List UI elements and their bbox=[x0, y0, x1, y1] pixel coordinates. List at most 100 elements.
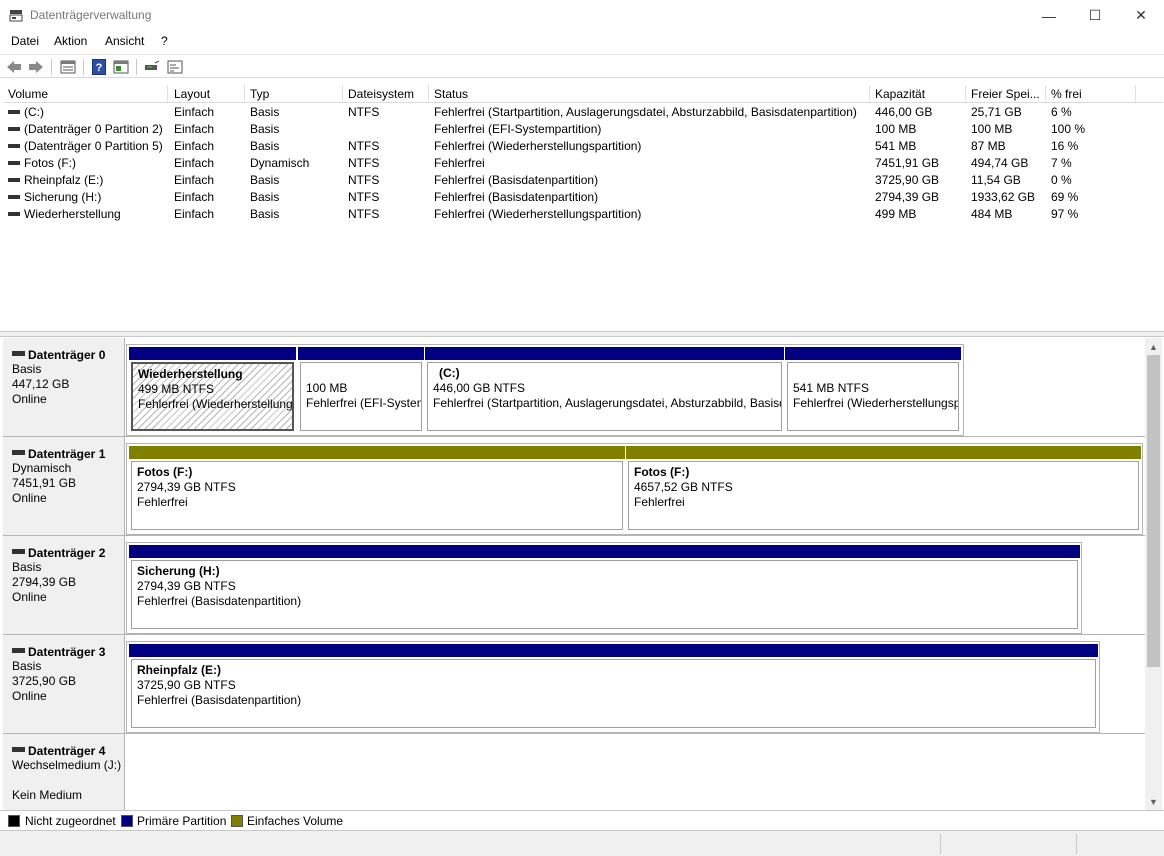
partition-status: Fehlerfrei (Basisdatenpartition) bbox=[137, 693, 302, 707]
cell-prozent-frei: 0 % bbox=[1051, 173, 1072, 187]
column-header-freier-speicher[interactable]: Freier Spei... bbox=[966, 85, 1046, 103]
scroll-down-arrow-icon[interactable]: ▼ bbox=[1145, 793, 1162, 810]
partition-wiederherstellung[interactable]: Wiederherstellung 499 MB NTFS Fehlerfrei… bbox=[129, 347, 296, 433]
column-header-layout[interactable]: Layout bbox=[169, 85, 245, 103]
menu-aktion[interactable]: Aktion bbox=[54, 34, 87, 48]
scroll-up-arrow-icon[interactable]: ▲ bbox=[1145, 338, 1162, 355]
menu-ansicht[interactable]: Ansicht bbox=[105, 34, 144, 48]
toolbar-separator bbox=[51, 59, 52, 75]
back-arrow-icon[interactable] bbox=[5, 58, 23, 76]
table-row[interactable]: (C:) Einfach Basis NTFS Fehlerfrei (Star… bbox=[3, 104, 1163, 121]
cell-layout: Einfach bbox=[174, 139, 215, 153]
scrollbar-thumb[interactable] bbox=[1147, 355, 1160, 667]
menu-datei[interactable]: Datei bbox=[11, 34, 39, 48]
partition-color-bar bbox=[298, 347, 424, 360]
legend-label: Nicht zugeordnet bbox=[25, 814, 116, 828]
table-row[interactable]: (Datenträger 0 Partition 2) Einfach Basi… bbox=[3, 121, 1163, 138]
partition-size: 541 MB NTFS bbox=[793, 381, 870, 395]
cell-prozent-frei: 97 % bbox=[1051, 207, 1079, 221]
disk-type: Basis bbox=[12, 560, 42, 574]
disk-size bbox=[12, 773, 124, 788]
disk-partition-container: Sicherung (H:) 2794,39 GB NTFS Fehlerfre… bbox=[126, 542, 1082, 634]
disk-label-1[interactable]: Datenträger 1 Dynamisch 7451,91 GB Onlin… bbox=[3, 437, 125, 536]
cell-status: Fehlerfrei bbox=[434, 156, 485, 170]
cell-status: Fehlerfrei (Startpartition, Auslagerungs… bbox=[434, 105, 857, 119]
cell-dateisystem: NTFS bbox=[348, 156, 380, 170]
table-row[interactable]: (Datenträger 0 Partition 5) Einfach Basi… bbox=[3, 138, 1163, 155]
disk-state: Online bbox=[12, 590, 47, 604]
cell-dateisystem: NTFS bbox=[348, 139, 380, 153]
table-row[interactable]: Wiederherstellung Einfach Basis NTFS Feh… bbox=[3, 206, 1163, 223]
minimize-button[interactable]: — bbox=[1026, 0, 1072, 31]
table-row[interactable]: Rheinpfalz (E:) Einfach Basis NTFS Fehle… bbox=[3, 172, 1163, 189]
volume-table-header: Volume Layout Typ Dateisystem Status Kap… bbox=[3, 85, 1163, 103]
legend-swatch-primary bbox=[121, 815, 133, 827]
partition-name: Wiederherstellung bbox=[138, 367, 243, 381]
maximize-button[interactable]: ☐ bbox=[1072, 0, 1118, 31]
volume-drive-icon bbox=[8, 211, 20, 216]
column-header-status[interactable]: Status bbox=[429, 85, 870, 103]
partition-color-bar bbox=[129, 347, 296, 360]
partition-name: (C:) bbox=[439, 366, 460, 380]
disk-label-3[interactable]: Datenträger 3 Basis 3725,90 GB Online bbox=[3, 635, 125, 734]
partition-status: Fehlerfrei bbox=[634, 495, 685, 509]
cell-volume: (Datenträger 0 Partition 2) bbox=[24, 122, 163, 136]
disk-label-4[interactable]: Datenträger 4 Wechselmedium (J:) Kein Me… bbox=[3, 734, 125, 810]
column-header-prozent-frei[interactable]: % frei bbox=[1046, 85, 1136, 103]
partition-color-bar bbox=[129, 446, 625, 459]
disk-label-2[interactable]: Datenträger 2 Basis 2794,39 GB Online bbox=[3, 536, 125, 635]
cell-prozent-frei: 100 % bbox=[1051, 122, 1086, 136]
partition-name: Fotos (F:) bbox=[634, 465, 690, 479]
disk-icon bbox=[12, 351, 25, 357]
rescan-disks-icon[interactable] bbox=[143, 58, 161, 76]
partition-fotos-part-1[interactable]: Fotos (F:) 2794,39 GB NTFS Fehlerfrei bbox=[129, 446, 625, 532]
partition-rheinpfalz[interactable]: Rheinpfalz (E:) 3725,90 GB NTFS Fehlerfr… bbox=[129, 644, 1098, 730]
partition-color-bar bbox=[785, 347, 961, 360]
cell-prozent-frei: 6 % bbox=[1051, 105, 1072, 119]
cell-freier-speicher: 25,71 GB bbox=[971, 105, 1022, 119]
cell-typ: Dynamisch bbox=[250, 156, 310, 170]
volume-drive-icon bbox=[8, 143, 20, 148]
table-row[interactable]: Sicherung (H:) Einfach Basis NTFS Fehler… bbox=[3, 189, 1163, 206]
partition-recovery-5[interactable]: 541 MB NTFS Fehlerfrei (Wiederherstellun… bbox=[785, 347, 961, 433]
table-row[interactable]: Fotos (F:) Einfach Dynamisch NTFS Fehler… bbox=[3, 155, 1163, 172]
cell-prozent-frei: 7 % bbox=[1051, 156, 1072, 170]
cell-layout: Einfach bbox=[174, 207, 215, 221]
help-icon[interactable]: ? bbox=[90, 58, 108, 76]
partition-fotos-part-2[interactable]: Fotos (F:) 4657,52 GB NTFS Fehlerfrei bbox=[626, 446, 1141, 532]
disk-name: Datenträger 2 bbox=[28, 546, 106, 560]
cell-dateisystem: NTFS bbox=[348, 173, 380, 187]
cell-volume: Wiederherstellung bbox=[24, 207, 121, 221]
disk-row-2: Sicherung (H:) 2794,39 GB NTFS Fehlerfre… bbox=[125, 536, 1145, 635]
cell-freier-speicher: 11,54 GB bbox=[971, 173, 1021, 187]
cell-dateisystem: NTFS bbox=[348, 105, 380, 119]
pane-splitter[interactable] bbox=[0, 331, 1164, 337]
disk-size: 447,12 GB bbox=[12, 377, 70, 391]
partition-c[interactable]: (C:) 446,00 GB NTFS Fehlerfrei (Startpar… bbox=[425, 347, 784, 433]
partition-efi[interactable]: 100 MB Fehlerfrei (EFI-Systempartition) bbox=[298, 347, 424, 433]
column-header-dateisystem[interactable]: Dateisystem bbox=[343, 85, 429, 103]
disk-view-scrollbar[interactable]: ▲ ▼ bbox=[1145, 338, 1162, 810]
refresh-pane-icon[interactable] bbox=[112, 58, 130, 76]
window-title: Datenträgerverwaltung bbox=[30, 8, 152, 22]
properties-list-icon[interactable] bbox=[59, 58, 77, 76]
cell-volume: Sicherung (H:) bbox=[24, 190, 102, 204]
cell-prozent-frei: 16 % bbox=[1051, 139, 1079, 153]
partition-name: Fotos (F:) bbox=[137, 465, 193, 479]
disk-type: Dynamisch bbox=[12, 461, 72, 475]
column-header-typ[interactable]: Typ bbox=[245, 85, 343, 103]
disk-partition-container: Wiederherstellung 499 MB NTFS Fehlerfrei… bbox=[126, 344, 964, 436]
disk-label-0[interactable]: Datenträger 0 Basis 447,12 GB Online bbox=[3, 338, 125, 437]
partition-status: Fehlerfrei (Wiederherstellungspartition) bbox=[138, 397, 293, 411]
menu-help[interactable]: ? bbox=[161, 34, 168, 48]
partition-sicherung[interactable]: Sicherung (H:) 2794,39 GB NTFS Fehlerfre… bbox=[129, 545, 1080, 631]
column-header-volume[interactable]: Volume bbox=[3, 85, 168, 103]
column-header-kapazitaet[interactable]: Kapazität bbox=[870, 85, 966, 103]
settings-panel-icon[interactable] bbox=[166, 58, 184, 76]
cell-dateisystem: NTFS bbox=[348, 207, 380, 221]
close-button[interactable]: ✕ bbox=[1118, 0, 1164, 31]
cell-kapazitaet: 7451,91 GB bbox=[875, 156, 940, 170]
forward-arrow-icon[interactable] bbox=[27, 58, 45, 76]
cell-layout: Einfach bbox=[174, 156, 215, 170]
cell-dateisystem: NTFS bbox=[348, 190, 380, 204]
